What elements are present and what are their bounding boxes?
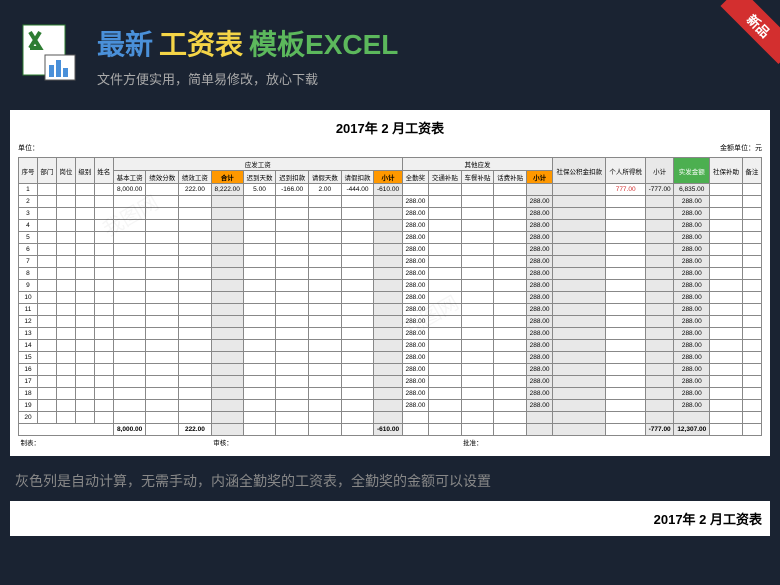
header: 最新 工资表 模板EXCEL 文件方便实用，简单易修改，放心下载	[0, 0, 780, 110]
col-attendance: 全勤奖	[402, 171, 428, 184]
table-row: 18,000.00222.008,222.005.00-166.002.00-4…	[19, 184, 762, 196]
totals-row: 8,000.00 222.00 -610.00 -777.00 12,307.0…	[19, 424, 762, 436]
col-subtotal1: 小计	[374, 171, 403, 184]
table-row: 8288.00288.00288.00	[19, 268, 762, 280]
excel-icon	[15, 20, 85, 90]
col-leavefine: 请假扣款	[341, 171, 374, 184]
col-perfscore: 绩效分数	[146, 171, 179, 184]
sig-reviewer: 审核：	[211, 436, 461, 449]
col-level: 级别	[75, 158, 94, 184]
table-row: 19288.00288.00288.00	[19, 400, 762, 412]
subtitle: 文件方便实用，简单易修改，放心下载	[97, 69, 765, 88]
table-row: 2288.00288.00288.00	[19, 196, 762, 208]
signature-row: 制表： 审核： 批准：	[19, 436, 762, 449]
col-dept: 部门	[37, 158, 56, 184]
col-remark: 备注	[742, 158, 761, 184]
title-part2: 工资表	[159, 23, 243, 63]
bottom-title: 2017年 2 月工资表	[654, 512, 762, 527]
total-sf: 12,307.00	[674, 424, 710, 436]
table-row: 9288.00288.00288.00	[19, 280, 762, 292]
total-xj1: -610.00	[374, 424, 403, 436]
col-subtotal3: 小计	[645, 158, 674, 184]
col-leavedays: 请假天数	[308, 171, 341, 184]
col-actual: 实发金额	[674, 158, 710, 184]
col-latedays: 迟到天数	[243, 171, 276, 184]
sheet-meta: 单位： 金额单位：元	[18, 143, 762, 153]
currency-label: 金额单位：元	[720, 143, 762, 153]
group-qita: 其他应发	[402, 158, 552, 171]
table-row: 16288.00288.00288.00	[19, 364, 762, 376]
col-base: 基本工资	[113, 171, 146, 184]
col-subsidy: 社保补助	[710, 158, 743, 184]
table-row: 6288.00288.00288.00	[19, 244, 762, 256]
table-row: 13288.00288.00288.00	[19, 328, 762, 340]
table-row: 11288.00288.00288.00	[19, 304, 762, 316]
table-row: 20	[19, 412, 762, 424]
col-tax: 个人所得税	[606, 158, 646, 184]
col-latefine: 迟到扣款	[276, 171, 309, 184]
col-name: 姓名	[94, 158, 113, 184]
sheet-title: 2017年 2 月工资表	[18, 118, 762, 137]
col-phone: 话费补贴	[494, 171, 527, 184]
total-perf: 222.00	[179, 424, 212, 436]
col-social: 社保公积金扣款	[553, 158, 606, 184]
col-meal: 车餐补贴	[461, 171, 494, 184]
table-row: 4288.00288.00288.00	[19, 220, 762, 232]
sig-approver: 批准：	[461, 436, 761, 449]
unit-label: 单位：	[18, 143, 39, 153]
col-heji: 合计	[211, 171, 243, 184]
table-row: 18288.00288.00288.00	[19, 388, 762, 400]
spreadsheet-preview: 2017年 2 月工资表 单位： 金额单位：元 序号 部门 岗位 级别 姓名 应…	[10, 110, 770, 456]
table-row: 7288.00288.00288.00	[19, 256, 762, 268]
table-row: 5288.00288.00288.00	[19, 232, 762, 244]
description: 灰色列是自动计算，无需手动，内涵全勤奖的工资表，全勤奖的金额可以设置	[0, 456, 780, 501]
salary-table: 序号 部门 岗位 级别 姓名 应发工资 其他应发 社保公积金扣款 个人所得税 小…	[18, 157, 762, 448]
bottom-preview: 2017年 2 月工资表	[10, 501, 770, 536]
main-title: 最新 工资表 模板EXCEL	[97, 23, 765, 63]
header-group-row: 序号 部门 岗位 级别 姓名 应发工资 其他应发 社保公积金扣款 个人所得税 小…	[19, 158, 762, 171]
col-position: 岗位	[56, 158, 75, 184]
header-text: 最新 工资表 模板EXCEL 文件方便实用，简单易修改，放心下载	[97, 23, 765, 88]
badge-text: 新品	[720, 0, 780, 64]
new-badge: 新品	[710, 0, 780, 70]
title-part1: 最新	[97, 23, 153, 63]
table-row: 15288.00288.00288.00	[19, 352, 762, 364]
table-row: 3288.00288.00288.00	[19, 208, 762, 220]
sig-maker: 制表：	[19, 436, 212, 449]
col-perfpay: 绩效工资	[179, 171, 212, 184]
col-seq: 序号	[19, 158, 38, 184]
total-xj3: -777.00	[645, 424, 674, 436]
table-row: 12288.00288.00288.00	[19, 316, 762, 328]
group-yingfa: 应发工资	[113, 158, 402, 171]
table-row: 10288.00288.00288.00	[19, 292, 762, 304]
table-row: 14288.00288.00288.00	[19, 340, 762, 352]
title-part3: 模板EXCEL	[249, 23, 398, 63]
col-transport: 交通补贴	[429, 171, 462, 184]
table-row: 17288.00288.00288.00	[19, 376, 762, 388]
col-subtotal2: 小计	[526, 171, 552, 184]
total-base: 8,000.00	[113, 424, 146, 436]
